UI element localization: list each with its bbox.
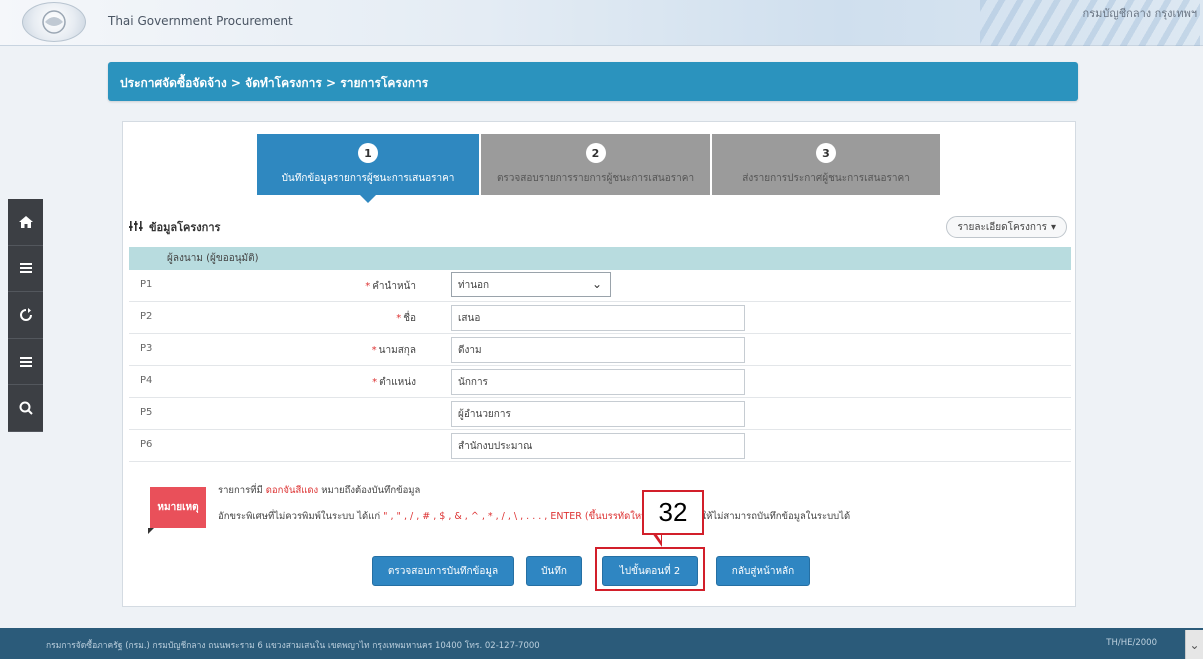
row-code: P2	[140, 311, 153, 322]
step-number: 2	[585, 143, 606, 163]
footer-right-text: TH/HE/2000	[1106, 638, 1157, 648]
row-code: P4	[140, 375, 153, 386]
section-header: ข้อมูลโครงการ รายละเอียดโครงการ ▾	[129, 213, 1071, 241]
note-line-2: อักขระพิเศษที่ไม่ควรพิมพ์ในระบบ ได้แก่ "…	[218, 511, 851, 522]
section-title: ข้อมูลโครงการ	[149, 221, 221, 234]
save-button[interactable]: บันทึก	[526, 556, 582, 586]
note-label: หมายเหตุ	[148, 487, 206, 534]
search-icon	[19, 401, 33, 415]
menu-icon	[19, 356, 32, 367]
page-footer: กรมการจัดซื้อภาครัฐ (กรม.) กรมบัญชีกลาง …	[0, 628, 1203, 659]
page-header: Thai Government Procurement กรมบัญชีกลาง…	[0, 0, 1203, 46]
row-label: * นามสกุล	[371, 345, 416, 356]
title-select[interactable]: ท่านอก ⌄	[451, 272, 611, 297]
breadcrumb[interactable]: ประกาศจัดซื้อจัดจ้าง > จัดทำโครงการ > รา…	[120, 74, 428, 93]
chevron-down-icon: ⌄	[1189, 637, 1200, 652]
form-row-p1: P1 * คำนำหน้า ท่านอก ⌄	[129, 270, 1071, 302]
form-row-p2: P2 * ชื่อ เสนอ	[129, 302, 1071, 334]
site-title: Thai Government Procurement	[108, 14, 293, 28]
footer-text: กรมการจัดซื้อภาครัฐ (กรม.) กรมบัญชีกลาง …	[46, 641, 540, 651]
refresh-button[interactable]	[8, 292, 43, 339]
agency-field[interactable]: สำนักงบประมาณ	[451, 433, 745, 459]
search-button[interactable]	[8, 385, 43, 432]
garuda-logo	[22, 2, 86, 42]
last-name-field[interactable]: ดีงาม	[451, 337, 745, 363]
note-line-1: รายการที่มี ดอกจันสีแดง หมายถึงต้องบันทึ…	[218, 485, 421, 496]
step-3[interactable]: 3 ส่งรายการประกาศผู้ชนะการเสนอราคา	[712, 134, 940, 195]
position-field[interactable]: นักการ	[451, 369, 745, 395]
menu-icon	[19, 263, 32, 274]
first-name-field[interactable]: เสนอ	[451, 305, 745, 331]
step-label: บันทึกข้อมูลรายการผู้ชนะการเสนอราคา	[281, 173, 455, 184]
step-label: ตรวจสอบรายการรายการผู้ชนะการเสนอราคา	[496, 173, 695, 184]
dropdown-label: รายละเอียดโครงการ	[957, 221, 1047, 233]
step-callout: 32	[642, 490, 704, 535]
back-home-button[interactable]: กลับสู่หน้าหลัก	[716, 556, 810, 586]
refresh-icon	[19, 307, 32, 321]
signer-subheader: ผู้ลงนาม (ผู้ขออนุมัติ)	[129, 247, 1071, 270]
left-toolbar	[8, 199, 43, 432]
form-row-p3: P3 * นามสกุล ดีงาม	[129, 334, 1071, 366]
role-field[interactable]: ผู้อำนวยการ	[451, 401, 745, 427]
chevron-down-icon: ⌄	[591, 277, 602, 291]
highlight-frame	[595, 547, 705, 591]
scroll-down-handle[interactable]: ⌄	[1185, 630, 1203, 659]
step-number: 3	[816, 143, 836, 163]
project-detail-dropdown[interactable]: รายละเอียดโครงการ ▾	[946, 216, 1067, 238]
sliders-icon	[129, 220, 143, 235]
step-label: ส่งรายการประกาศผู้ชนะการเสนอราคา	[742, 173, 910, 184]
header-user-text[interactable]: กรมบัญชีกลาง กรุงเทพฯ	[1083, 4, 1197, 22]
row-label: * ชื่อ	[396, 313, 416, 324]
form-row-p6: P6 สำนักงบประมาณ	[129, 430, 1071, 462]
caret-down-icon: ▾	[1050, 221, 1056, 233]
breadcrumb-bar: ประกาศจัดซื้อจัดจ้าง > จัดทำโครงการ > รา…	[108, 62, 1078, 101]
form-row-p4: P4 * ตำแหน่ง นักการ	[129, 366, 1071, 398]
row-label: * ตำแหน่ง	[372, 377, 416, 388]
home-icon	[18, 215, 33, 228]
select-value: ท่านอก	[458, 280, 490, 291]
row-code: P3	[140, 343, 153, 354]
step-1[interactable]: 1 บันทึกข้อมูลรายการผู้ชนะการเสนอราคา	[257, 134, 479, 203]
row-code: P1	[140, 279, 153, 290]
row-code: P5	[140, 407, 153, 418]
menu-button[interactable]	[8, 246, 43, 293]
home-button[interactable]	[8, 199, 43, 246]
form-row-p5: P5 ผู้อำนวยการ	[129, 398, 1071, 430]
step-2[interactable]: 2 ตรวจสอบรายการรายการผู้ชนะการเสนอราคา	[481, 134, 710, 195]
row-code: P6	[140, 439, 153, 450]
row-label: * คำนำหน้า	[365, 281, 416, 292]
list-button[interactable]	[8, 339, 43, 386]
check-data-button[interactable]: ตรวจสอบการบันทึกข้อมูล	[372, 556, 514, 586]
step-number: 1	[358, 143, 378, 163]
